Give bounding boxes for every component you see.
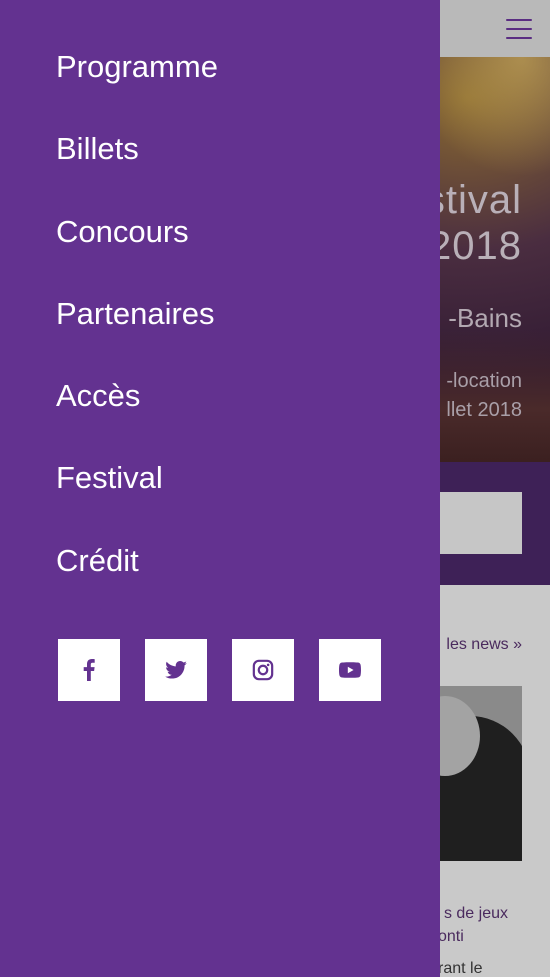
hero-subtitle: -Bains xyxy=(448,303,522,333)
navigation-drawer: Programme Billets Concours Partenaires A… xyxy=(0,0,440,977)
menu-item-partenaires[interactable]: Partenaires xyxy=(56,292,218,374)
news-title-line2[interactable]: onti xyxy=(438,928,464,946)
hero-info-line2: llet 2018 xyxy=(446,399,522,421)
hero-title-line2: 2018 xyxy=(429,224,522,268)
all-news-link[interactable]: les news » xyxy=(446,636,522,654)
instagram-button[interactable] xyxy=(232,639,294,701)
twitter-button[interactable] xyxy=(145,639,207,701)
twitter-icon xyxy=(165,661,187,679)
menu-item-credit[interactable]: Crédit xyxy=(56,539,218,621)
menu-item-festival[interactable]: Festival xyxy=(56,456,218,538)
menu-item-concours[interactable]: Concours xyxy=(56,210,218,292)
social-links xyxy=(58,639,381,701)
youtube-button[interactable] xyxy=(319,639,381,701)
facebook-button[interactable] xyxy=(58,639,120,701)
news-title-line1[interactable]: s de jeux xyxy=(444,905,508,923)
youtube-icon xyxy=(339,662,361,678)
instagram-icon xyxy=(252,659,274,681)
news-snippet: rant le xyxy=(438,960,483,977)
facebook-icon xyxy=(83,659,95,681)
menu-item-billets[interactable]: Billets xyxy=(56,127,218,209)
drawer-menu: Programme Billets Concours Partenaires A… xyxy=(56,45,218,621)
menu-item-programme[interactable]: Programme xyxy=(56,45,218,127)
hero-info-line1: -location xyxy=(446,370,522,392)
menu-item-acces[interactable]: Accès xyxy=(56,374,218,456)
hamburger-icon[interactable] xyxy=(506,19,532,39)
